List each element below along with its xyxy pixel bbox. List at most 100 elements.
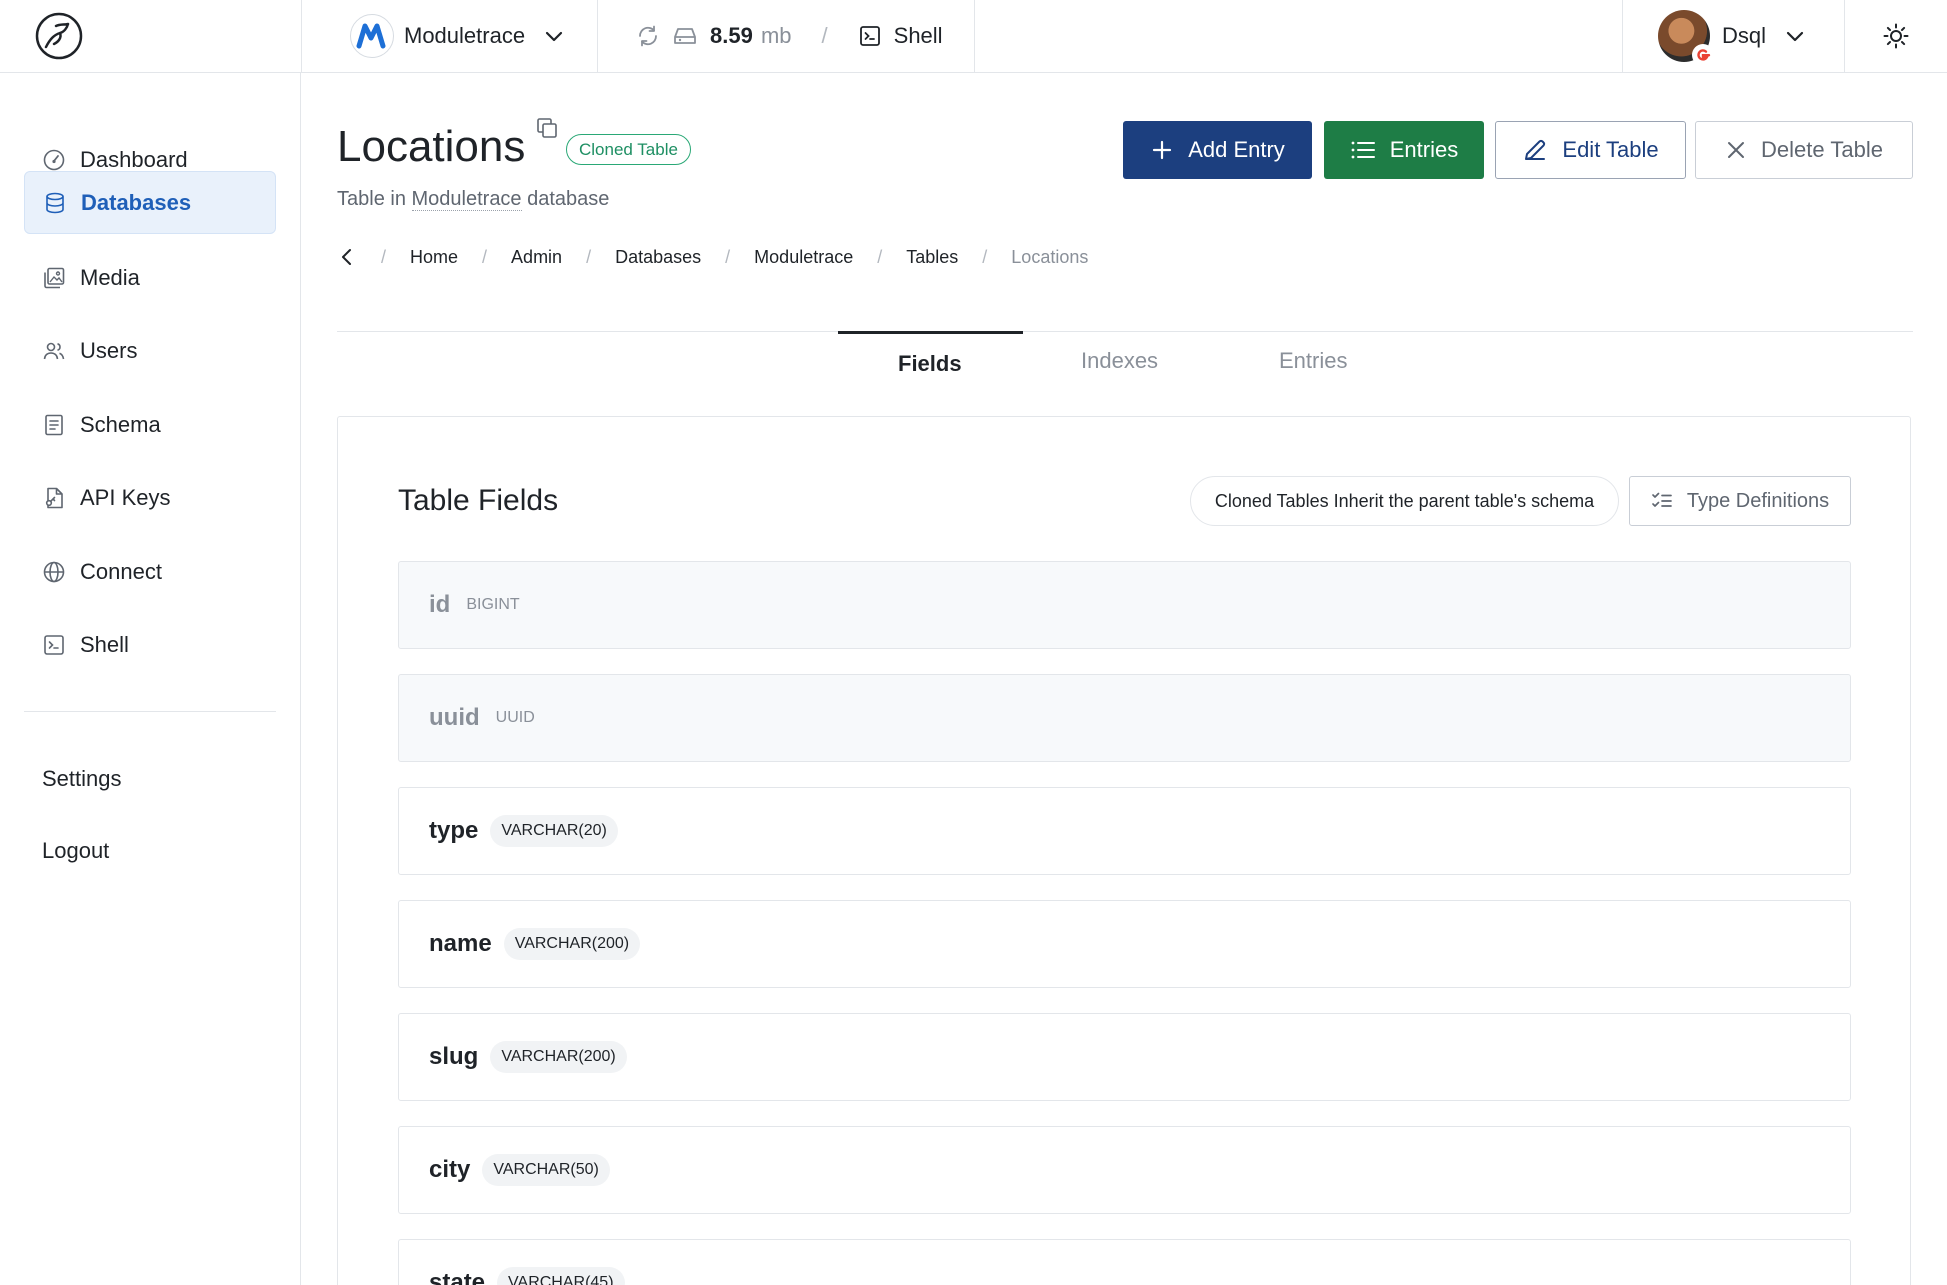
sidebar-item-label: Users (80, 337, 138, 363)
app-logo-icon[interactable] (34, 11, 84, 61)
field-row[interactable]: type VARCHAR(20) (398, 787, 1851, 875)
edit-table-button[interactable]: Edit Table (1495, 121, 1686, 179)
page-subtitle: Table in Moduletrace database (337, 188, 609, 211)
field-row[interactable]: city VARCHAR(50) (398, 1126, 1851, 1214)
storage-size: 8.59 (710, 23, 753, 48)
stats-divider: / (821, 23, 828, 48)
field-row[interactable]: id BIGINT (398, 561, 1851, 649)
copy-icon[interactable] (535, 116, 559, 140)
breadcrumb-current: Locations (1011, 246, 1089, 267)
field-type: VARCHAR(50) (482, 1154, 610, 1186)
field-row[interactable]: uuid UUID (398, 674, 1851, 762)
logo-cell (0, 0, 301, 72)
images-icon (44, 267, 65, 288)
key-file-icon (45, 487, 63, 508)
sidebar-item-label: Schema (80, 411, 161, 437)
document-icon (45, 414, 63, 435)
sidebar-item-label: Media (80, 264, 140, 290)
list-icon (1351, 141, 1375, 159)
breadcrumb: / Home / Admin / Databases / Moduletrace… (337, 242, 1088, 272)
sun-icon (1883, 23, 1909, 49)
database-icon (46, 192, 64, 213)
breadcrumb-moduletrace[interactable]: Moduletrace (754, 247, 853, 268)
terminal-icon (44, 634, 64, 655)
hard-drive-icon (674, 28, 696, 44)
sidebar-item-label: API Keys (80, 484, 171, 510)
subtitle-suffix: database (527, 188, 610, 210)
page-title: Locations (337, 122, 526, 171)
subtitle-database-link[interactable]: Moduletrace (411, 188, 522, 211)
google-icon (1692, 44, 1714, 66)
user-name: Dsql (1722, 23, 1767, 48)
settings-link[interactable]: Settings (42, 766, 122, 792)
sidebar-item-shell[interactable]: Shell (24, 613, 276, 676)
type-definitions-label: Type Definitions (1686, 489, 1830, 512)
sidebar-item-schema[interactable]: Schema (24, 393, 276, 456)
field-type: VARCHAR(20) (490, 815, 618, 847)
edit-table-label: Edit Table (1562, 137, 1659, 162)
delete-table-label: Delete Table (1761, 137, 1883, 162)
user-menu[interactable]: Dsql (1623, 0, 1844, 72)
field-name: uuid (429, 704, 480, 731)
panel-title: Table Fields (398, 484, 559, 517)
shell-link[interactable]: Shell (858, 23, 943, 49)
field-row[interactable]: name VARCHAR(200) (398, 900, 1851, 988)
status-badge: Cloned Table (566, 134, 691, 165)
entries-label: Entries (1389, 137, 1459, 162)
field-row[interactable]: state VARCHAR(45) (398, 1239, 1851, 1285)
sidebar-item-media[interactable]: Media (24, 246, 276, 309)
breadcrumb-home[interactable]: Home (410, 247, 458, 268)
gauge-icon (43, 149, 65, 170)
storage-unit: mb (760, 23, 792, 48)
sidebar-divider (24, 711, 276, 712)
sidebar-item-label: Databases (81, 189, 192, 215)
close-icon (1728, 142, 1745, 158)
checklist-icon (1651, 492, 1672, 507)
type-definitions-button[interactable]: Type Definitions (1629, 476, 1851, 526)
top-bar: Moduletrace 8.59 mb / Shell Dsql (0, 0, 1947, 73)
delete-table-button[interactable]: Delete Table (1695, 121, 1913, 179)
sidebar-item-label: Shell (80, 631, 129, 657)
sidebar-item-users[interactable]: Users (24, 319, 276, 382)
tab-indexes[interactable]: Indexes (1081, 348, 1158, 374)
breadcrumb-admin[interactable]: Admin (511, 247, 562, 268)
field-row[interactable]: slug VARCHAR(200) (398, 1013, 1851, 1101)
entries-button[interactable]: Entries (1324, 121, 1484, 179)
field-name: id (429, 591, 451, 618)
add-entry-button[interactable]: Add Entry (1123, 121, 1312, 179)
tabs-divider (337, 331, 1913, 332)
field-type: VARCHAR(200) (503, 928, 641, 960)
chevron-down-icon (545, 31, 563, 42)
sidebar-item-databases[interactable]: Databases (24, 171, 276, 234)
avatar (1658, 10, 1714, 66)
sidebar-item-api-keys[interactable]: API Keys (24, 466, 276, 529)
database-switcher[interactable]: Moduletrace (302, 0, 597, 72)
theme-toggle[interactable] (1845, 0, 1947, 72)
users-icon (43, 342, 65, 359)
field-name: name (429, 930, 492, 957)
field-type: UUID (495, 709, 535, 726)
field-type: BIGINT (466, 596, 520, 613)
cloned-schema-notice: Cloned Tables Inherit the parent table's… (1190, 476, 1619, 526)
field-type: VARCHAR(45) (497, 1267, 625, 1285)
database-name: Moduletrace (404, 23, 526, 48)
back-icon[interactable] (337, 247, 357, 267)
plus-icon (1153, 140, 1172, 160)
active-tab-indicator (838, 331, 1023, 334)
tab-fields[interactable]: Fields (898, 351, 962, 377)
breadcrumb-databases[interactable]: Databases (615, 247, 701, 268)
database-avatar-icon (350, 14, 394, 58)
sidebar-item-label: Connect (80, 558, 162, 584)
refresh-icon[interactable] (636, 24, 660, 48)
field-name: city (429, 1156, 471, 1183)
field-type: VARCHAR(200) (490, 1041, 627, 1073)
chevron-down-icon (1786, 31, 1804, 42)
shell-label: Shell (893, 23, 943, 48)
globe-icon (43, 561, 65, 582)
logout-link[interactable]: Logout (42, 838, 109, 864)
tab-entries[interactable]: Entries (1279, 348, 1347, 374)
storage-stats: 8.59 mb / Shell (598, 0, 974, 72)
breadcrumb-tables[interactable]: Tables (906, 247, 958, 268)
sidebar-item-label: Dashboard (80, 146, 188, 172)
sidebar-item-connect[interactable]: Connect (24, 540, 276, 603)
